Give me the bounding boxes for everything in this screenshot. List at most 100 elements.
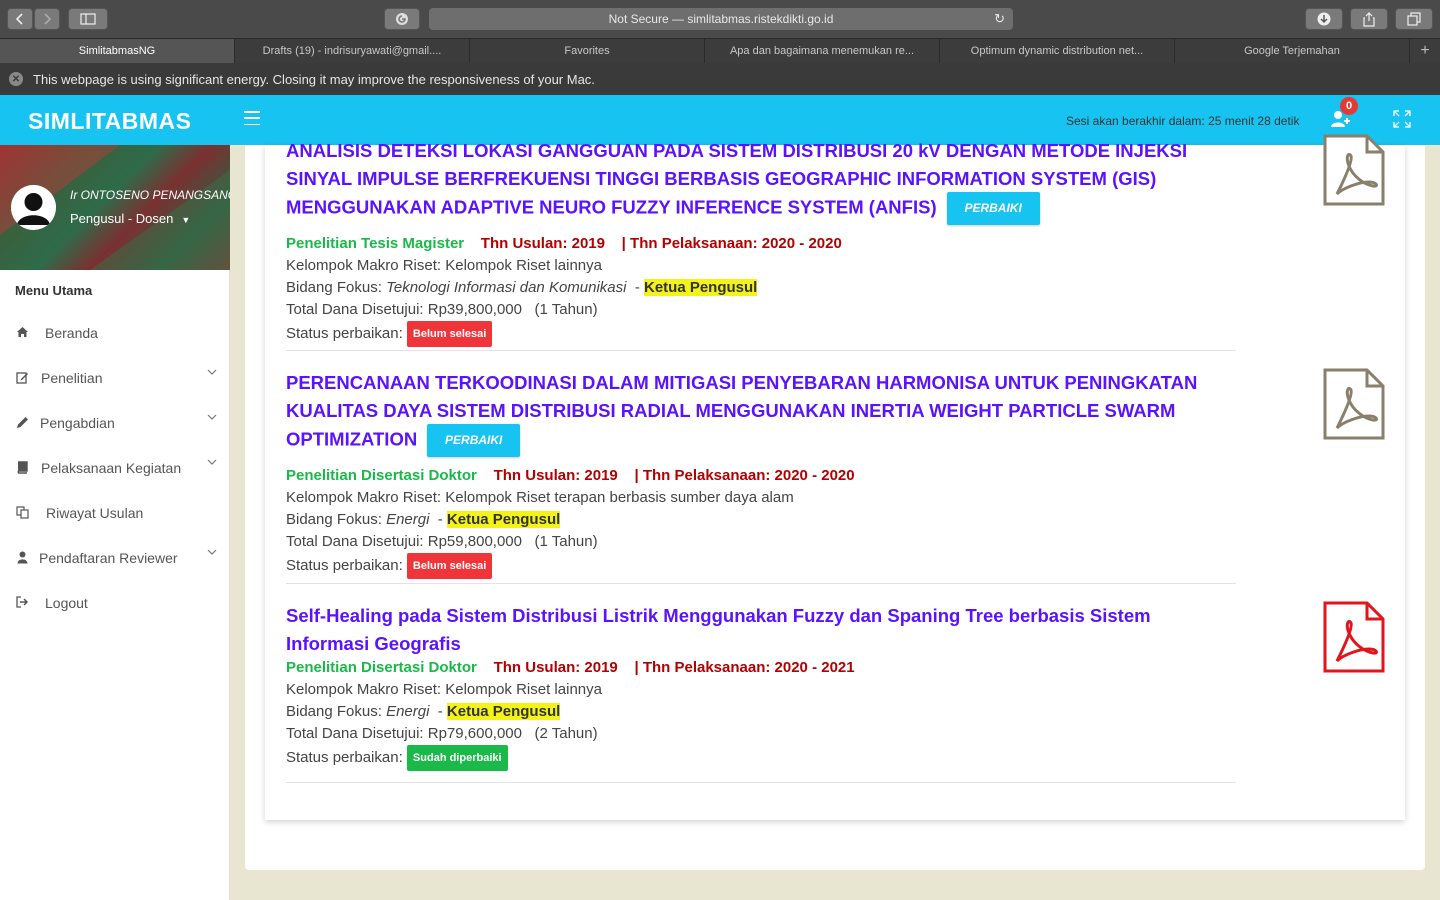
browser-tab[interactable]: Apa dan bagaimana menemukan re... — [705, 39, 940, 63]
address-text: Not Secure — simlitabmas.ristekdikti.go.… — [608, 12, 834, 26]
proposal-thn-usulan: Thn Usulan: 2019 — [493, 659, 618, 676]
sidebar-item-label: Logout — [45, 594, 88, 611]
profile-role-dropdown[interactable]: Pengusul - Dosen ▼ — [70, 211, 190, 226]
sidebar-item-riwayat-usulan[interactable]: Riwayat Usulan — [0, 490, 229, 535]
proposal-thn-usulan: Thn Usulan: 2019 — [480, 235, 605, 252]
download-icon — [1317, 12, 1331, 26]
proposal-dana: Total Dana Disetujui: Rp59,800,000 (1 Ta… — [286, 533, 598, 550]
profile-role: Pengusul - Dosen — [70, 211, 174, 226]
proposal-kelompok: Kelompok Makro Riset: Kelompok Riset lai… — [286, 681, 602, 698]
pencil-icon — [15, 415, 29, 429]
user-icon — [15, 550, 29, 564]
notification-badge: 0 — [1340, 97, 1358, 115]
back-button[interactable] — [7, 8, 33, 30]
chevron-down-icon — [207, 459, 217, 465]
sidebar-item-pengabdian[interactable]: Pengabdian — [0, 400, 229, 445]
perbaiki-button[interactable]: PERBAIKI — [946, 192, 1040, 225]
browser-tab[interactable]: Drafts (19) - indrisuryawati@gmail.... — [235, 39, 470, 63]
status-badge: Sudah diperbaiki — [406, 745, 508, 771]
proposal-bidang: Bidang Fokus: Energi - Ketua Pengusul — [286, 511, 561, 528]
share-icon — [1363, 11, 1375, 27]
sidebar-icon — [80, 13, 96, 25]
proposal-kelompok: Kelompok Makro Riset: Kelompok Riset lai… — [286, 257, 602, 274]
sidebar-item-label: Pelaksanaan Kegiatan — [41, 459, 182, 476]
status-label: Status perbaikan: — [286, 325, 407, 342]
browser-tab[interactable]: Favorites — [470, 39, 705, 63]
new-tab-button[interactable]: + — [1410, 39, 1440, 63]
bidang-value: Energi — [386, 703, 430, 720]
bidang-label: Bidang Fokus: — [286, 703, 387, 720]
downloads-button[interactable] — [1305, 8, 1343, 30]
proposal-kelompok: Kelompok Makro Riset: Kelompok Riset ter… — [286, 489, 794, 506]
google-icon — [396, 13, 408, 25]
session-timer: Sesi akan berakhir dalam: 25 menit 28 de… — [1066, 114, 1300, 128]
proposal-thn-pelaksanaan: | Thn Pelaksanaan: 2020 - 2020 — [621, 235, 842, 252]
notification-button[interactable]: 0 — [1330, 97, 1358, 131]
proposal-skema: Penelitian Tesis Magister — [286, 235, 465, 252]
tab-label: Apa dan bagaimana menemukan re... — [729, 45, 915, 57]
chevron-down-icon — [207, 369, 217, 375]
browser-tab-bar: SimlitabmasNG Drafts (19) - indrisuryawa… — [0, 38, 1440, 63]
sidebar-item-label: Beranda — [45, 324, 98, 341]
proposal-title-text: Self-Healing pada Sistem Distribusi List… — [286, 605, 1151, 654]
proposal-title[interactable]: Self-Healing pada Sistem Distribusi List… — [286, 602, 1236, 657]
chevron-left-icon — [16, 13, 23, 25]
sidebar-item-logout[interactable]: Logout — [0, 580, 229, 625]
hamburger-icon[interactable] — [244, 111, 260, 125]
proposal-title[interactable]: ANALISIS DETEKSI LOKASI GANGGUAN PADA SI… — [286, 137, 1236, 225]
home-icon — [15, 325, 29, 339]
sidebar-item-label: Riwayat Usulan — [46, 504, 144, 521]
proposal-title-text: PERENCANAAN TERKOODINASI DALAM MITIGASI … — [286, 372, 1198, 450]
user-avatar-icon — [11, 185, 56, 230]
avatar[interactable] — [11, 185, 56, 230]
sign-out-icon — [15, 595, 29, 609]
peran-badge: Ketua Pengusul — [446, 703, 561, 720]
brand-logo[interactable]: SIMLITABMAS — [28, 108, 192, 135]
bidang-value: Energi — [386, 511, 430, 528]
status-badge: Belum selesai — [406, 321, 493, 347]
pdf-icon[interactable] — [1323, 134, 1385, 206]
pdf-icon[interactable] — [1323, 601, 1385, 673]
status-badge: Belum selesai — [406, 553, 493, 579]
chevron-down-icon — [207, 549, 217, 555]
expand-icon — [1393, 110, 1411, 128]
close-icon[interactable]: ✕ — [9, 72, 23, 86]
proposal-status: Status perbaikan: Belum selesai — [286, 321, 1236, 347]
sidebar-item-label: Penelitian — [41, 369, 103, 386]
forward-button[interactable] — [34, 8, 60, 30]
peran-badge: Ketua Pengusul — [643, 279, 758, 296]
profile-name: Ir ONTOSENO PENANGSANG — [70, 188, 230, 202]
edit-icon — [15, 370, 29, 384]
tab-label: SimlitabmasNG — [78, 45, 156, 57]
sidebar-item-label: Pendaftaran Reviewer — [39, 549, 178, 566]
pdf-icon[interactable] — [1323, 368, 1385, 440]
proposal-skema: Penelitian Disertasi Doktor — [286, 467, 477, 484]
sidebar-item-label: Pengabdian — [40, 414, 115, 431]
proposal-title[interactable]: PERENCANAAN TERKOODINASI DALAM MITIGASI … — [286, 369, 1236, 457]
proposal-meta: Penelitian Disertasi Doktor Thn Usulan: … — [286, 657, 1236, 679]
reload-icon[interactable]: ↻ — [994, 11, 1005, 27]
sidebar-menu: Beranda Penelitian Pengabdian Pelaksanaa… — [0, 310, 229, 625]
proposal-status: Status perbaikan: Sudah diperbaiki — [286, 745, 1236, 771]
profile-panel: Ir ONTOSENO PENANGSANG Pengusul - Dosen ▼ — [0, 145, 230, 270]
address-bar[interactable]: Not Secure — simlitabmas.ristekdikti.go.… — [429, 8, 1013, 30]
browser-tab[interactable]: Google Terjemahan — [1175, 39, 1410, 63]
bidang-label: Bidang Fokus: — [286, 511, 387, 528]
browser-tab[interactable]: SimlitabmasNG — [0, 39, 235, 63]
extension-button[interactable] — [384, 8, 420, 30]
peran-badge: Ketua Pengusul — [446, 511, 561, 528]
sidebar-toggle-button[interactable] — [68, 8, 108, 30]
sidebar-item-pendaftaran-reviewer[interactable]: Pendaftaran Reviewer — [0, 535, 229, 580]
caret-down-icon: ▼ — [181, 214, 191, 225]
proposal-meta: Penelitian Disertasi Doktor Thn Usulan: … — [286, 465, 1236, 487]
sidebar-item-penelitian[interactable]: Penelitian — [0, 355, 229, 400]
fullscreen-button[interactable] — [1393, 110, 1411, 128]
share-button[interactable] — [1350, 8, 1388, 30]
status-label: Status perbaikan: — [286, 749, 407, 766]
tabs-overview-button[interactable] — [1395, 8, 1433, 30]
sidebar-item-beranda[interactable]: Beranda — [0, 310, 229, 355]
perbaiki-button[interactable]: PERBAIKI — [427, 424, 521, 457]
browser-tab[interactable]: Optimum dynamic distribution net... — [940, 39, 1175, 63]
sidebar-item-pelaksanaan-kegiatan[interactable]: Pelaksanaan Kegiatan — [0, 445, 229, 490]
tab-label: Drafts (19) - indrisuryawati@gmail.... — [262, 45, 442, 57]
